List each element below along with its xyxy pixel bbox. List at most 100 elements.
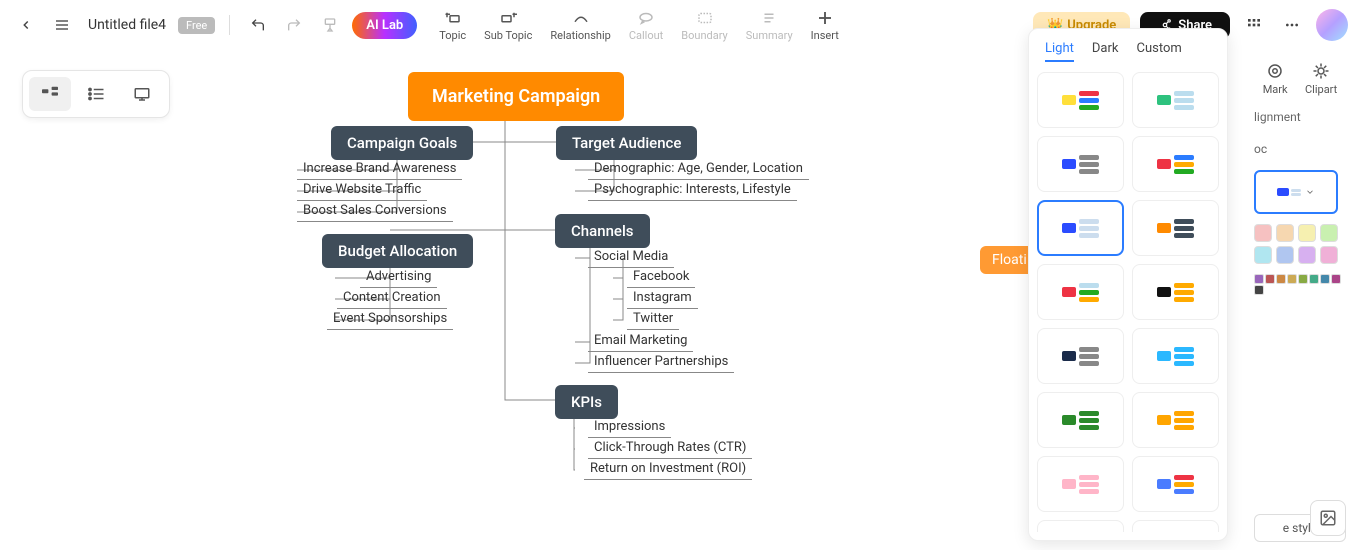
leaf-node[interactable]: Twitter [627,308,679,330]
file-name[interactable]: Untitled file4 [88,17,166,33]
theme-card[interactable] [1132,264,1219,320]
image-tool-icon[interactable] [1310,500,1346,536]
branch-node[interactable]: Channels [555,214,650,248]
tool-group: Topic Sub Topic Relationship Callout Boundar… [439,9,839,42]
tab-custom[interactable]: Custom [1137,41,1182,62]
theme-card[interactable] [1132,328,1219,384]
theme-card[interactable] [1037,200,1124,256]
color-swatch[interactable] [1298,246,1316,264]
undo-icon[interactable] [244,11,272,39]
back-icon[interactable] [12,11,40,39]
theme-picker[interactable] [1254,170,1338,214]
palette-swatches [1254,224,1346,264]
leaf-node[interactable]: Return on Investment (ROI) [584,458,752,480]
theme-panel: Light Dark Custom [1028,28,1228,541]
color-swatch[interactable] [1309,274,1319,284]
menu-icon[interactable] [48,11,76,39]
toolbar-topic[interactable]: Topic [439,9,466,42]
oc-option[interactable]: oc [1254,138,1346,160]
leaf-node[interactable]: Impressions [588,416,671,438]
tab-light[interactable]: Light [1045,41,1074,62]
sub topic-icon [499,9,517,27]
relationship-icon [572,9,590,27]
leaf-node[interactable]: Psychographic: Interests, Lifestyle [588,179,797,201]
leaf-node[interactable]: Boost Sales Conversions [297,200,453,222]
alignment-option[interactable]: lignment [1254,106,1346,128]
toolbar-summary: Summary [746,9,793,42]
leaf-node[interactable]: Facebook [627,266,695,288]
color-swatch[interactable] [1265,274,1275,284]
theme-card[interactable] [1037,392,1124,448]
branch-node[interactable]: Campaign Goals [331,126,473,160]
leaf-node[interactable]: Demographic: Age, Gender, Location [588,158,809,180]
ai-lab-button[interactable]: AI Lab [352,12,417,39]
leaf-node[interactable]: Drive Website Traffic [297,179,427,201]
clipart-label: Clipart [1305,83,1337,96]
color-swatch[interactable] [1254,224,1272,242]
avatar[interactable] [1316,9,1348,41]
toolbar-label: Callout [629,29,663,42]
leaf-node[interactable]: Advertising [360,266,437,288]
theme-card[interactable] [1132,392,1219,448]
theme-card[interactable] [1132,520,1219,532]
toolbar-relationship[interactable]: Relationship [550,9,610,42]
color-swatch[interactable] [1287,274,1297,284]
theme-card[interactable] [1132,456,1219,512]
toolbar-sub-topic[interactable]: Sub Topic [484,9,532,42]
theme-card[interactable] [1132,72,1219,128]
tab-dark[interactable]: Dark [1092,41,1119,62]
color-swatch[interactable] [1320,274,1330,284]
toolbar-label: Insert [811,29,839,42]
toolbar-label: Topic [439,29,466,42]
theme-card[interactable] [1037,456,1124,512]
more-icon[interactable] [1278,11,1306,39]
mini-swatches [1254,274,1346,295]
clipart-button[interactable]: Clipart [1305,62,1337,96]
branch-node[interactable]: Budget Allocation [322,234,473,268]
format-paint-icon[interactable] [316,11,344,39]
color-swatch[interactable] [1254,246,1272,264]
leaf-node[interactable]: Event Sponsorships [327,308,453,330]
leaf-node[interactable]: Social Media [588,246,674,268]
theme-card[interactable] [1037,520,1124,532]
mark-label: Mark [1263,83,1288,96]
branch-node[interactable]: KPIs [555,385,618,419]
toolbar-label: Boundary [681,29,727,42]
leaf-node[interactable]: Increase Brand Awareness [297,158,462,180]
toolbar-label: Relationship [550,29,610,42]
color-swatch[interactable] [1276,246,1294,264]
color-swatch[interactable] [1331,274,1341,284]
redo-icon[interactable] [280,11,308,39]
apps-icon[interactable] [1240,11,1268,39]
toolbar-insert[interactable]: Insert [811,9,839,42]
callout-icon [637,9,655,27]
theme-card[interactable] [1037,136,1124,192]
leaf-node[interactable]: Click-Through Rates (CTR) [588,437,752,459]
root-node[interactable]: Marketing Campaign [408,72,624,121]
branch-node[interactable]: Target Audience [556,126,697,160]
leaf-node[interactable]: Content Creation [337,287,447,309]
summary-icon [760,9,778,27]
color-swatch[interactable] [1254,274,1264,284]
color-swatch[interactable] [1276,224,1294,242]
theme-card[interactable] [1132,136,1219,192]
chevron-down-icon [1305,187,1315,197]
toolbar-label: Sub Topic [484,29,532,42]
theme-card[interactable] [1132,200,1219,256]
color-swatch[interactable] [1298,274,1308,284]
theme-card[interactable] [1037,264,1124,320]
mark-button[interactable]: Mark [1263,62,1288,96]
insert-icon [816,9,834,27]
leaf-node[interactable]: Instagram [627,287,698,309]
color-swatch[interactable] [1320,246,1338,264]
toolbar-callout: Callout [629,9,663,42]
color-swatch[interactable] [1320,224,1338,242]
theme-card[interactable] [1037,328,1124,384]
leaf-node[interactable]: Email Marketing [588,330,693,352]
theme-card[interactable] [1037,72,1124,128]
color-swatch[interactable] [1298,224,1316,242]
topic-icon [444,9,462,27]
color-swatch[interactable] [1276,274,1286,284]
leaf-node[interactable]: Influencer Partnerships [588,351,734,373]
color-swatch[interactable] [1254,285,1264,295]
